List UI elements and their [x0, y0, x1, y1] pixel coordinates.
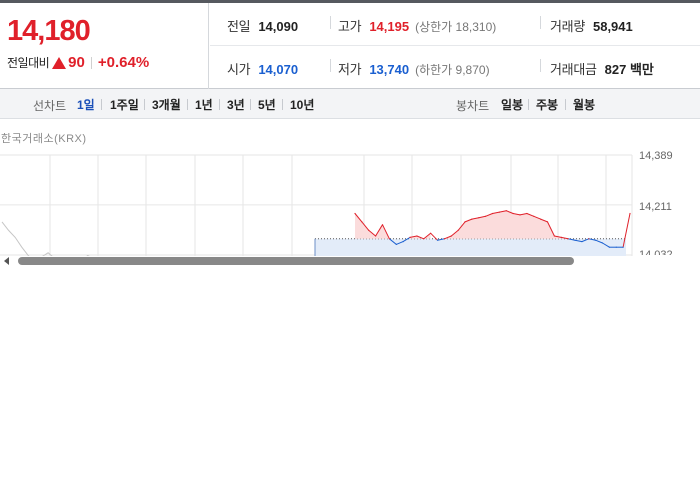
price-point — [526, 212, 528, 215]
toolbar-divider — [187, 99, 188, 110]
above-reference-area — [355, 210, 630, 239]
current-price: 14,180 — [7, 15, 91, 47]
price-point — [388, 238, 390, 240]
price-point — [457, 229, 459, 231]
price-point — [567, 238, 569, 240]
change-divider — [90, 56, 92, 69]
price-point — [622, 246, 624, 248]
price-point — [471, 218, 473, 220]
price-point — [361, 221, 363, 223]
price-point — [533, 215, 535, 217]
change-percent: +0.64% — [97, 54, 150, 71]
toolbar-divider — [282, 99, 283, 110]
stat-low: 저가 13,740 (하한가 9,870) — [338, 62, 490, 77]
price-point — [423, 238, 425, 240]
price-point — [574, 239, 576, 241]
price-point — [546, 221, 549, 223]
price-point — [519, 214, 521, 216]
price-segment-up — [622, 213, 631, 248]
prev-day-line — [1, 221, 90, 256]
stat-open: 시가 14,070 — [227, 62, 299, 77]
y-tick-label: 14,389 — [639, 150, 673, 162]
stat-amount: 거래대금 827 백만 — [550, 62, 654, 77]
stat-divider — [330, 59, 331, 72]
toolbar-divider — [144, 99, 145, 110]
scroll-left-arrow-icon[interactable] — [4, 257, 9, 265]
price-point — [553, 235, 556, 237]
price-point — [615, 246, 617, 248]
candle-chart-label: 봉차트 — [456, 99, 490, 113]
price-point — [629, 212, 631, 215]
stats-row-1: 전일 14,090 고가 14,195 (상한가 18,310) 거래량 58,… — [210, 3, 700, 46]
price-point — [450, 235, 452, 237]
intraday-price-chart — [0, 154, 633, 256]
price-point — [443, 238, 445, 240]
price-point — [491, 212, 494, 215]
toolbar-divider — [101, 99, 102, 110]
period-5y-tab[interactable]: 5년 — [258, 96, 276, 113]
toolbar-divider — [528, 99, 529, 110]
change-label: 전일대비 — [7, 56, 50, 70]
price-point — [464, 221, 466, 223]
price-point — [512, 212, 514, 215]
candle-daily-tab[interactable]: 일봉 — [501, 96, 523, 113]
stat-divider — [540, 59, 541, 72]
period-3y-tab[interactable]: 3년 — [227, 96, 245, 113]
price-point — [608, 246, 611, 248]
scrollbar-thumb[interactable] — [18, 257, 574, 265]
price-point — [478, 217, 480, 219]
price-point — [601, 242, 604, 244]
price-point — [409, 236, 411, 238]
price-point — [402, 241, 404, 243]
y-tick-label: 14,032 — [639, 249, 673, 255]
stat-divider — [540, 16, 541, 29]
toolbar-divider — [565, 99, 566, 110]
period-1w-tab[interactable]: 1주일 — [110, 96, 139, 113]
stat-prev-close: 전일 14,090 — [227, 19, 299, 34]
price-point — [498, 211, 500, 213]
up-triangle-icon — [52, 56, 67, 69]
price-point — [505, 210, 507, 212]
period-1y-tab[interactable]: 1년 — [195, 96, 213, 113]
chart-toolbar: 선차트 1일 1주일 3개월 1년 3년 5년 10년 봉차트 일봉 주봉 월봉 — [0, 89, 700, 119]
price-point — [368, 229, 370, 231]
price-area — [314, 210, 630, 256]
change-value: 90 — [68, 54, 85, 71]
price-point — [588, 238, 590, 240]
data-source-label: 한국거래소(KRX) — [1, 133, 87, 145]
change-row: 전일대비 90 +0.64% — [7, 54, 149, 71]
price-point — [485, 215, 487, 217]
price-point — [595, 239, 597, 241]
toolbar-divider — [219, 99, 220, 110]
price-point — [581, 241, 583, 243]
stat-divider — [330, 16, 331, 29]
price-point — [560, 236, 562, 238]
price-point — [540, 218, 542, 220]
price-point — [375, 235, 377, 237]
price-point — [381, 224, 384, 226]
toolbar-divider — [250, 99, 251, 110]
stat-volume: 거래량 58,941 — [550, 19, 633, 34]
price-point — [430, 232, 432, 234]
y-tick-label: 14,211 — [639, 201, 672, 213]
prev-day-price-line — [1, 221, 90, 256]
candle-monthly-tab[interactable]: 월봉 — [573, 96, 595, 113]
stats-table: 전일 14,090 고가 14,195 (상한가 18,310) 거래량 58,… — [210, 3, 700, 89]
price-point — [436, 239, 439, 241]
price-point — [416, 235, 418, 237]
stats-row-2: 시가 14,070 저가 13,740 (하한가 9,870) 거래대금 827… — [210, 46, 700, 89]
candle-weekly-tab[interactable]: 주봉 — [536, 96, 558, 113]
price-point — [354, 212, 356, 215]
period-3m-tab[interactable]: 3개월 — [152, 96, 181, 113]
line-chart-label: 선차트 — [33, 99, 67, 113]
period-10y-tab[interactable]: 10년 — [290, 96, 314, 113]
period-1d-tab[interactable]: 1일 — [77, 96, 95, 113]
current-price-box: 14,180 전일대비 90 +0.64% — [0, 3, 209, 89]
stat-high: 고가 14,195 (상한가 18,310) — [338, 19, 497, 34]
price-summary: 14,180 전일대비 90 +0.64% 전일 14,090 고가 14,19… — [0, 3, 700, 89]
price-point — [395, 243, 397, 245]
horizontal-scrollbar[interactable] — [12, 256, 700, 266]
